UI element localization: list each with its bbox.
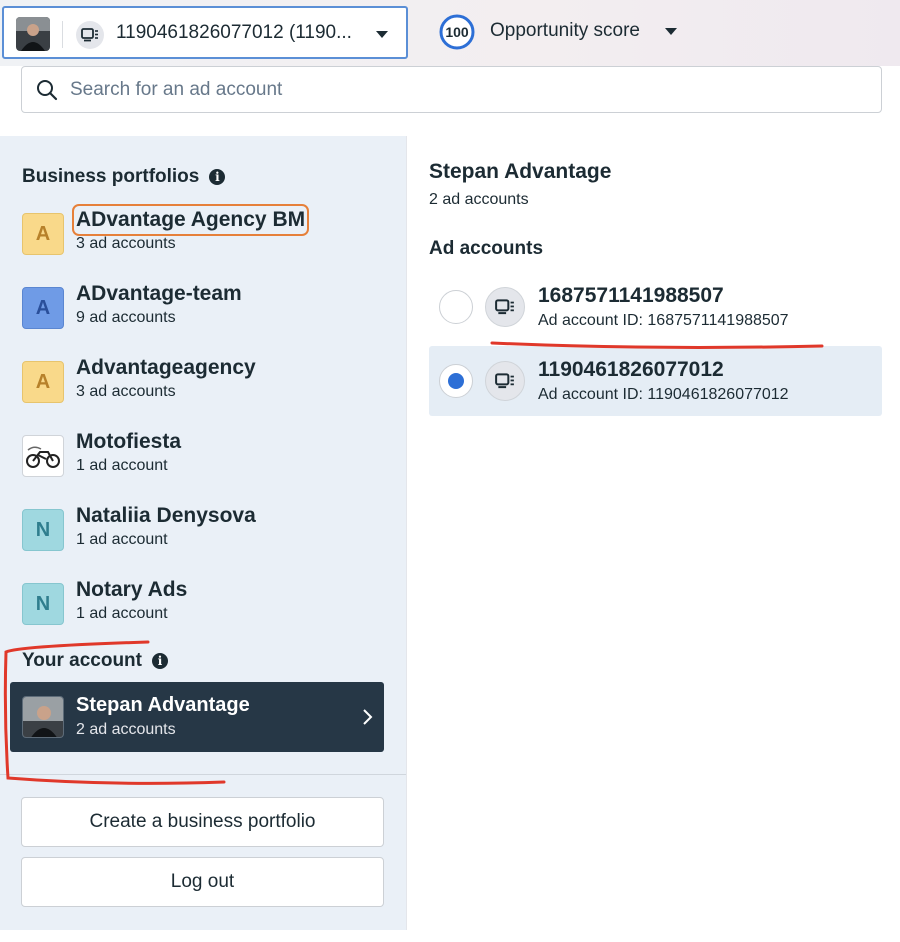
radio-selected-dot <box>448 373 464 389</box>
info-icon[interactable]: i <box>209 169 226 185</box>
your-account-title: Your account <box>22 650 142 671</box>
portfolio-avatar: A <box>22 287 64 329</box>
portfolio-name: Notary Ads <box>76 578 188 601</box>
portfolio-account-count: 1 ad account <box>76 531 168 548</box>
account-radio[interactable] <box>439 364 473 398</box>
ad-account-name: 1687571141988507 <box>538 284 724 307</box>
portfolio-name: Nataliia Denysova <box>76 504 256 527</box>
info-icon[interactable]: i <box>152 653 168 669</box>
portfolio-name: Advantageagency <box>76 356 256 379</box>
opportunity-score-badge[interactable]: 100 <box>437 14 477 50</box>
log-out-button[interactable]: Log out <box>21 857 384 907</box>
your-account-heading: Your account i <box>22 650 168 672</box>
business-portfolios-heading: Business portfolios i <box>22 166 226 188</box>
chevron-right-icon <box>362 708 374 731</box>
selected-account-label: 1190461826077012 (1190... <box>116 22 352 43</box>
ad-account-icon <box>485 287 525 327</box>
divider <box>0 774 406 775</box>
portfolio-account-count: 3 ad accounts <box>76 235 176 252</box>
portfolio-item[interactable]: A ADvantage Agency BM 3 ad accounts <box>22 204 382 260</box>
your-account-name: Stepan Advantage <box>76 694 250 716</box>
create-business-portfolio-button[interactable]: Create a business portfolio <box>21 797 384 847</box>
ad-accounts-panel: Stepan Advantage 2 ad accounts Ad accoun… <box>406 136 900 930</box>
portfolio-avatar: A <box>22 213 64 255</box>
profile-avatar <box>16 17 50 51</box>
chevron-down-icon[interactable] <box>665 28 677 35</box>
portfolio-item[interactable]: N Notary Ads 1 ad account <box>22 578 382 630</box>
your-account-count: 2 ad accounts <box>76 721 176 738</box>
search-box <box>21 66 882 113</box>
ad-account-id: Ad account ID: 1687571141988507 <box>538 312 789 329</box>
portfolio-account-count: 3 ad accounts <box>76 383 176 400</box>
portfolio-item[interactable]: N Nataliia Denysova 1 ad account <box>22 504 382 556</box>
portfolio-account-count: 9 ad accounts <box>76 309 176 326</box>
profile-avatar <box>22 696 64 738</box>
search-input[interactable] <box>70 76 850 104</box>
ad-account-name: 1190461826077012 <box>538 358 724 381</box>
ad-account-id: Ad account ID: 1190461826077012 <box>538 386 789 403</box>
portfolio-item[interactable]: Motofiesta 1 ad account <box>22 430 382 482</box>
portfolio-avatar: N <box>22 583 64 625</box>
ad-accounts-heading: Ad accounts <box>429 238 544 259</box>
your-account-item[interactable]: Stepan Advantage 2 ad accounts <box>10 682 384 752</box>
ad-account-selector[interactable]: 1190461826077012 (1190... <box>2 6 408 59</box>
ad-account-icon <box>76 21 104 49</box>
portfolio-avatar: A <box>22 361 64 403</box>
panel-account-count: 2 ad accounts <box>429 191 529 208</box>
search-icon <box>36 79 58 106</box>
portfolio-name: ADvantage-team <box>76 282 242 305</box>
portfolio-name: Motofiesta <box>76 430 181 453</box>
portfolio-item[interactable]: A ADvantage-team 9 ad accounts <box>22 282 382 334</box>
portfolio-account-count: 1 ad account <box>76 457 168 474</box>
selector-divider <box>62 21 63 48</box>
portfolio-name: ADvantage Agency BM <box>71 204 310 236</box>
account-radio[interactable] <box>439 290 473 324</box>
chevron-down-icon <box>376 31 388 38</box>
opportunity-score-label[interactable]: Opportunity score <box>490 20 640 42</box>
motorcycle-logo-icon <box>22 435 64 477</box>
top-bar: 1190461826077012 (1190... 100 Opportunit… <box>0 0 900 66</box>
ad-account-icon <box>485 361 525 401</box>
ad-account-row[interactable]: 1190461826077012 Ad account ID: 11904618… <box>429 346 882 416</box>
ad-account-row[interactable]: 1687571141988507 Ad account ID: 16875711… <box>429 272 882 342</box>
portfolio-item[interactable]: A Advantageagency 3 ad accounts <box>22 356 382 408</box>
portfolio-account-count: 1 ad account <box>76 605 168 622</box>
opportunity-score-value: 100 <box>445 24 469 40</box>
business-portfolios-title: Business portfolios <box>22 166 200 187</box>
portfolio-avatar: N <box>22 509 64 551</box>
portfolio-list-panel: Business portfolios i A ADvantage Agency… <box>0 136 406 930</box>
panel-title: Stepan Advantage <box>429 160 612 183</box>
